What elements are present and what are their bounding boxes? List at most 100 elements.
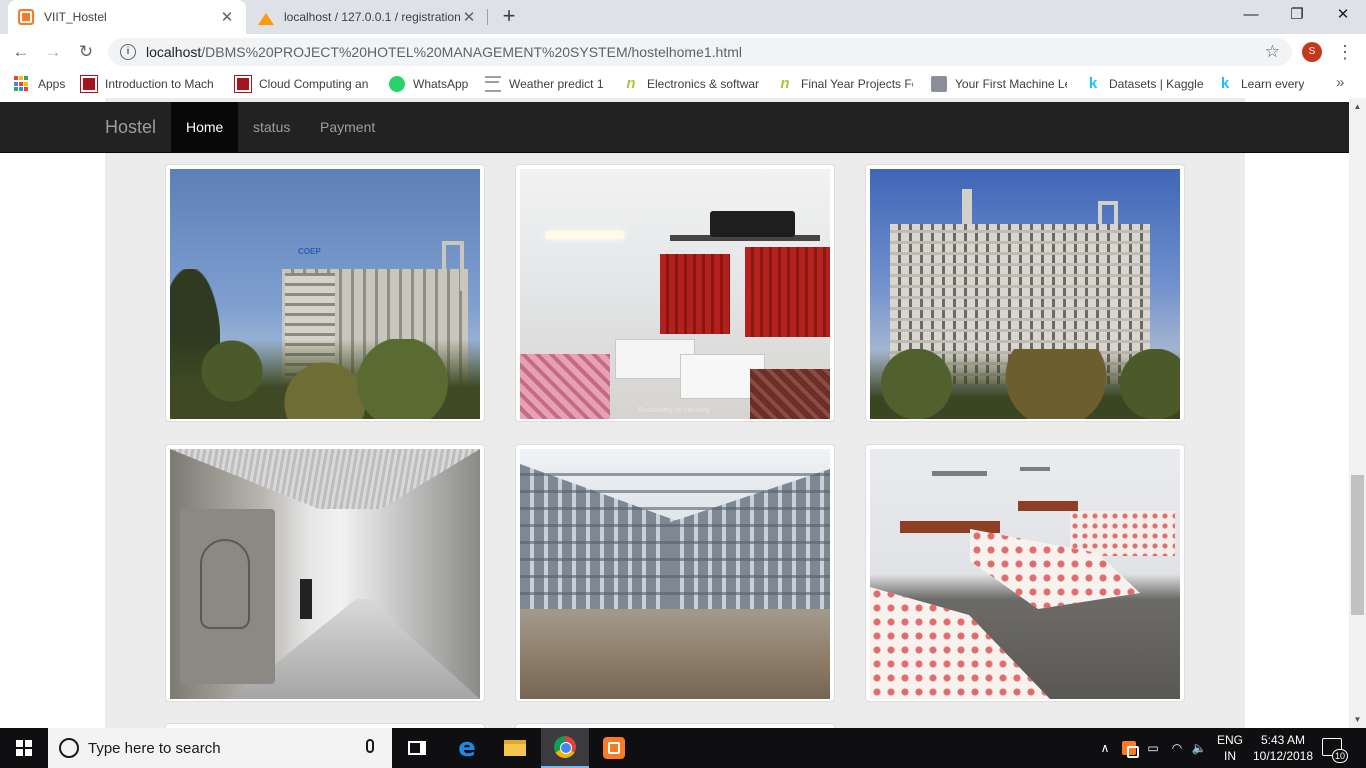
bookmark-whatsapp[interactable]: WhatsApp: [389, 75, 468, 93]
bookmark-final-year-projects[interactable]: n Final Year Projects Fo: [777, 75, 913, 93]
xampp-taskbar-button[interactable]: [590, 728, 638, 768]
bookmark-label: Electronics & softwar: [647, 77, 759, 91]
minimize-button[interactable]: —: [1228, 0, 1274, 30]
kaggle-icon: k: [1220, 75, 1230, 92]
hostel-tower-photo: [870, 169, 1180, 419]
bookmark-intro-ml[interactable]: Introduction to Mach: [80, 75, 214, 93]
n-logo-icon: n: [780, 75, 790, 92]
input-language-indicator[interactable]: ENG IN: [1212, 732, 1248, 764]
task-view-button[interactable]: [393, 728, 441, 768]
bookmark-label: Learn every: [1241, 77, 1305, 91]
scroll-up-arrow-icon[interactable]: ▲: [1349, 98, 1366, 115]
bookmark-label: Datasets | Kaggle: [1109, 77, 1204, 91]
taskbar-search[interactable]: Type here to search: [48, 728, 392, 768]
chrome-menu-icon[interactable]: ⋮: [1336, 40, 1354, 64]
gallery-image-room-interior[interactable]: Exclusively on Housing: [515, 164, 835, 422]
edge-taskbar-button[interactable]: e: [443, 728, 491, 768]
wifi-icon[interactable]: ◠: [1168, 728, 1186, 768]
volume-muted-icon[interactable]: 🔈: [1190, 728, 1208, 768]
bookmark-star-icon[interactable]: ☆: [1265, 42, 1280, 62]
gallery-image-hostel-building[interactable]: COEP: [165, 164, 485, 422]
profile-avatar[interactable]: S: [1302, 42, 1322, 62]
tab-divider: [487, 9, 488, 25]
room-interior-photo: Exclusively on Housing: [520, 169, 830, 419]
reload-icon[interactable]: ↻: [74, 40, 98, 64]
kaggle-icon: k: [1088, 75, 1098, 92]
bookmark-cloud-computing[interactable]: Cloud Computing an: [234, 75, 369, 93]
site-navbar: Hostel Home status Payment: [0, 102, 1349, 153]
phpmyadmin-icon: [258, 9, 274, 25]
taskbar-clock[interactable]: 5:43 AM 10/12/2018: [1250, 732, 1316, 764]
weather-icon: [485, 76, 501, 92]
microphone-icon[interactable]: [366, 739, 374, 753]
file-explorer-taskbar-button[interactable]: [491, 728, 539, 768]
start-button[interactable]: [0, 728, 48, 768]
edge-icon: e: [458, 733, 476, 763]
more-bookmarks-icon[interactable]: »: [1336, 74, 1344, 91]
nav-payment[interactable]: Payment: [305, 102, 390, 153]
close-tab-icon[interactable]: ✕: [460, 8, 478, 26]
bookmark-label: Your First Machine Le: [955, 77, 1067, 91]
url-path: /DBMS%20PROJECT%20HOTEL%20MANAGEMENT%20S…: [201, 44, 742, 60]
url-text[interactable]: localhost/DBMS%20PROJECT%20HOTEL%20MANAG…: [146, 44, 742, 60]
close-tab-icon[interactable]: ✕: [218, 8, 236, 26]
n-logo-icon: n: [626, 75, 636, 92]
site-brand[interactable]: Hostel: [105, 102, 156, 153]
bookmark-label: Introduction to Mach: [105, 77, 214, 91]
scroll-down-arrow-icon[interactable]: ▼: [1349, 711, 1366, 728]
cortana-circle-icon: [59, 738, 79, 758]
close-window-button[interactable]: ✕: [1320, 0, 1366, 30]
folder-icon: [504, 740, 526, 756]
tab-title: localhost / 127.0.0.1 / registration: [284, 10, 460, 24]
bookmark-label: Cloud Computing an: [259, 77, 369, 91]
coursera-icon: [80, 75, 98, 93]
show-hidden-icons-chevron-icon[interactable]: ∧: [1096, 728, 1114, 768]
info-icon[interactable]: i: [120, 44, 136, 60]
clock-date: 10/12/2018: [1252, 749, 1314, 763]
courtyard-building-photo: [520, 449, 830, 699]
bookmark-first-machine-learning[interactable]: Your First Machine Le: [931, 75, 1067, 93]
clock-time: 5:43 AM: [1260, 733, 1306, 747]
bookmark-label: Apps: [38, 77, 66, 91]
tab-phpmyadmin[interactable]: localhost / 127.0.0.1 / registration ✕: [248, 0, 488, 34]
back-icon[interactable]: ←: [9, 40, 33, 64]
new-tab-button[interactable]: +: [497, 5, 521, 29]
chrome-taskbar-button[interactable]: [541, 728, 589, 768]
gallery-image-dorm-beds[interactable]: [865, 444, 1185, 702]
browser-tab-strip: VIIT_Hostel ✕ localhost / 127.0.0.1 / re…: [0, 0, 1366, 34]
nav-home[interactable]: Home: [171, 102, 239, 153]
chrome-icon: [554, 736, 576, 758]
bookmark-kaggle-datasets[interactable]: k Datasets | Kaggle: [1085, 75, 1204, 93]
page-viewport: COEP Exclusively on Housing Hostel Home …: [0, 98, 1349, 728]
nav-status[interactable]: status: [238, 102, 305, 153]
bookmark-learn-every[interactable]: k Learn every: [1217, 75, 1305, 93]
page-scrollbar[interactable]: ▲ ▼: [1349, 98, 1366, 728]
bookmark-apps[interactable]: Apps: [14, 75, 65, 93]
bookmark-label: Weather predict 1: [509, 77, 604, 91]
search-placeholder: Type here to search: [88, 740, 221, 757]
gallery-image-corridor[interactable]: [165, 444, 485, 702]
forward-icon[interactable]: →: [41, 40, 65, 64]
xampp-icon: [18, 9, 34, 25]
xampp-tray-icon[interactable]: [1120, 728, 1139, 768]
coursera-icon: [234, 75, 252, 93]
battery-icon[interactable]: ▭: [1144, 728, 1162, 768]
gallery-image-hostel-tower[interactable]: [865, 164, 1185, 422]
whatsapp-icon: [389, 76, 405, 92]
xampp-icon: [603, 737, 625, 759]
corridor-photo: [170, 449, 480, 699]
photo-watermark: Exclusively on Housing: [638, 407, 710, 414]
region-code: IN: [1224, 749, 1236, 763]
restore-button[interactable]: ❐: [1274, 0, 1320, 30]
building-sign: COEP: [298, 247, 321, 256]
address-bar[interactable]: i localhost/DBMS%20PROJECT%20HOTEL%20MAN…: [108, 38, 1292, 66]
scrollbar-thumb[interactable]: [1351, 475, 1364, 615]
url-host: localhost: [146, 44, 202, 60]
gallery-image-courtyard[interactable]: [515, 444, 835, 702]
tab-viit-hostel[interactable]: VIIT_Hostel ✕: [8, 0, 246, 34]
xampp-icon: [1122, 741, 1139, 758]
bookmark-electronics[interactable]: n Electronics & softwar: [623, 75, 759, 93]
windows-logo-icon: [16, 740, 32, 756]
bookmark-weather[interactable]: Weather predict 1: [485, 75, 604, 93]
person-icon: [931, 76, 947, 92]
